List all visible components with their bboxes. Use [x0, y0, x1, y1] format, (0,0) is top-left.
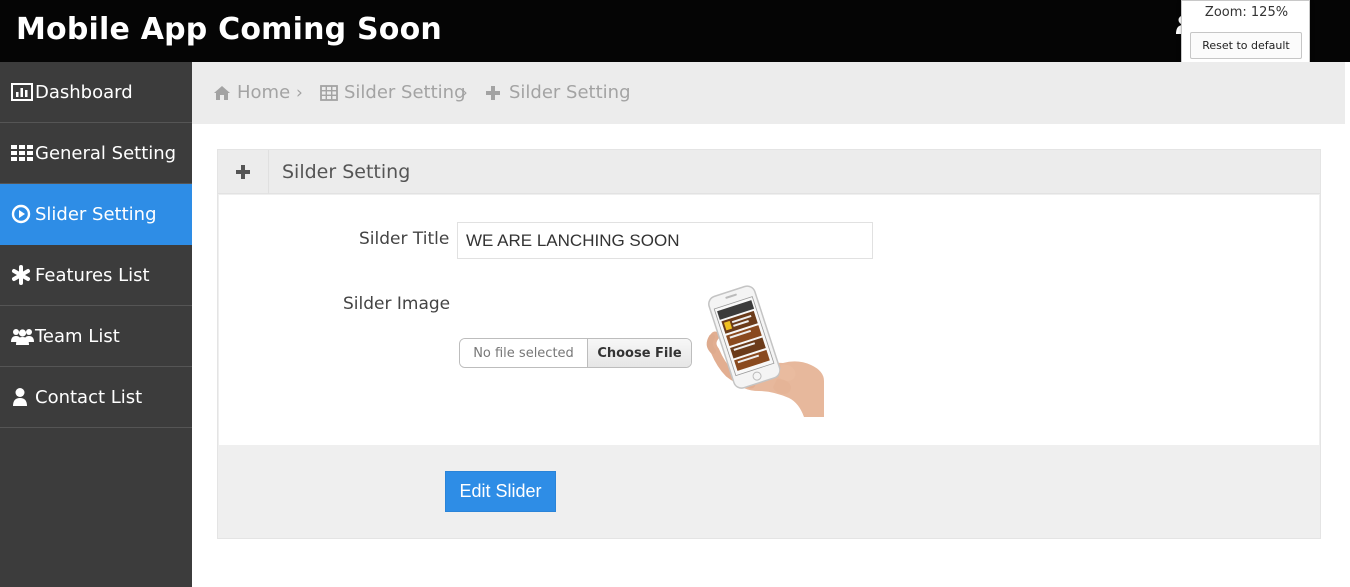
- zoom-level-label: Zoom: 125%: [1204, 5, 1289, 20]
- sidebar-item-contact-list[interactable]: Contact List: [0, 367, 192, 428]
- panel-icon-box: [218, 150, 269, 194]
- sidebar-item-general-setting[interactable]: General Setting: [0, 123, 192, 184]
- breadcrumb-home[interactable]: Home: [213, 82, 290, 103]
- grid-icon: [11, 142, 34, 164]
- slider-preview-image: [706, 285, 824, 417]
- play-circle-icon: [11, 203, 34, 225]
- sidebar-item-slider-setting[interactable]: Slider Setting: [0, 184, 192, 245]
- app-brand-title[interactable]: Mobile App Coming Soon: [16, 12, 442, 47]
- breadcrumb-separator: ›: [296, 83, 303, 103]
- breadcrumb-label: Silder Setting: [509, 82, 631, 103]
- slider-form: Silder Title Silder Image No file select…: [219, 195, 1319, 445]
- asterisk-icon: [11, 264, 34, 286]
- breadcrumb-label: Silder Setting: [344, 82, 466, 103]
- reset-zoom-button[interactable]: Reset to default: [1190, 32, 1302, 59]
- sidebar-item-label: Team List: [35, 325, 120, 347]
- sidebar-item-label: Contact List: [35, 386, 143, 408]
- sidebar-item-label: Slider Setting: [35, 203, 157, 225]
- users-icon: [11, 325, 34, 347]
- sidebar-item-label: Features List: [35, 264, 150, 286]
- breadcrumb-current: Silder Setting: [485, 82, 631, 103]
- zoom-popup: Zoom: 125% Reset to default: [1181, 0, 1310, 66]
- sidebar-item-label: General Setting: [35, 142, 177, 164]
- slider-title-label: Silder Title: [359, 229, 450, 249]
- breadcrumb-label: Home: [237, 82, 291, 103]
- sidebar-item-label: Dashboard: [35, 81, 133, 103]
- panel-header: Silder Setting: [218, 150, 1320, 194]
- edit-slider-button[interactable]: Edit Slider: [445, 471, 556, 512]
- plus-icon: [236, 165, 250, 179]
- sidebar-item-team-list[interactable]: Team List: [0, 306, 192, 367]
- breadcrumb-separator: ›: [461, 83, 468, 103]
- slider-title-input[interactable]: [457, 222, 873, 259]
- choose-file-button[interactable]: Choose File: [587, 339, 691, 367]
- slider-image-label: Silder Image: [343, 294, 451, 314]
- plus-icon: [485, 84, 505, 102]
- table-icon: [320, 84, 340, 102]
- top-header: Mobile App Coming Soon: [0, 0, 1350, 62]
- slider-setting-panel: Silder Setting Silder Title Silder Image…: [217, 149, 1321, 539]
- breadcrumb: Home › Silder Setting › Silder Setting: [192, 62, 1345, 124]
- slider-image-file-input[interactable]: No file selected Choose File: [459, 338, 692, 368]
- breadcrumb-slider-setting[interactable]: Silder Setting: [320, 82, 466, 103]
- sidebar-item-dashboard[interactable]: Dashboard: [0, 62, 192, 123]
- file-status-text: No file selected: [460, 339, 587, 367]
- home-icon: [213, 84, 233, 102]
- user-icon: [11, 386, 34, 408]
- bar-chart-icon: [11, 81, 34, 103]
- panel-title: Silder Setting: [282, 161, 411, 183]
- sidebar-item-features-list[interactable]: Features List: [0, 245, 192, 306]
- sidebar-nav: Dashboard General Setting Slider Setting: [0, 62, 192, 587]
